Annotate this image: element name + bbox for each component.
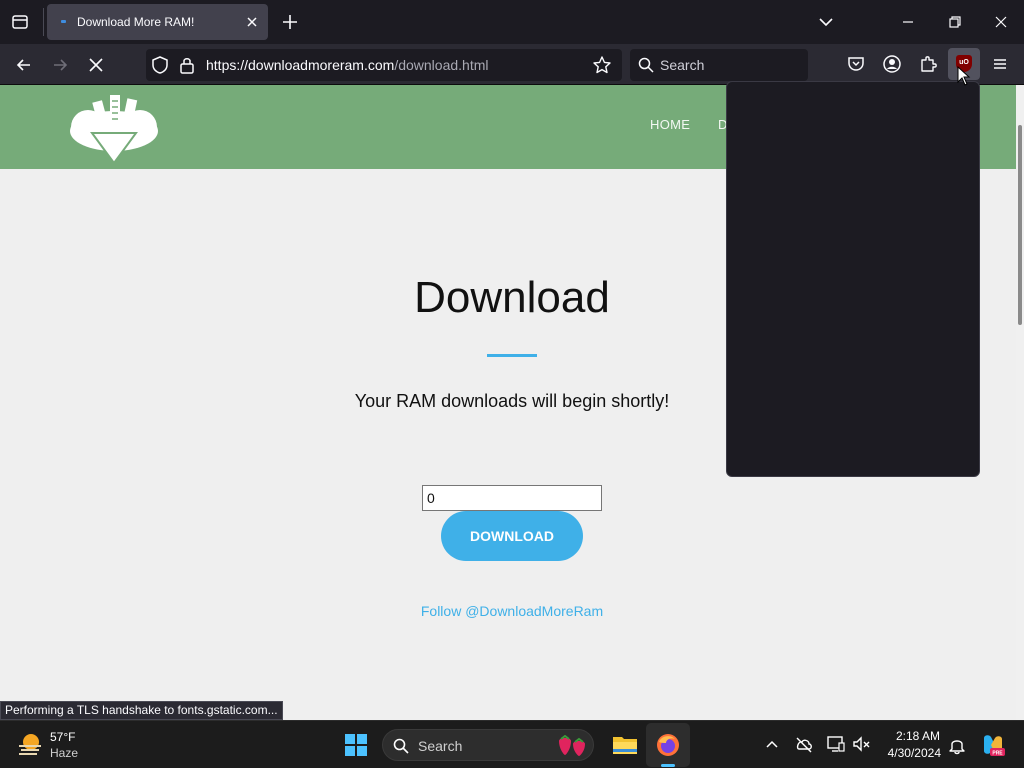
heading-underline [487,354,537,357]
close-window-icon[interactable] [991,12,1011,32]
weather-condition[interactable]: Haze [50,746,78,760]
search-bar[interactable]: Search [630,49,808,81]
page-scrollbar[interactable] [1016,85,1024,720]
clock-date[interactable]: 4/30/2024 [880,746,941,760]
tab-title: Download More RAM! [77,15,195,29]
bookmark-star-icon[interactable] [592,55,612,75]
search-icon [638,57,654,73]
navigation-toolbar: https://downloadmoreram.com/download.htm… [0,44,1024,85]
strawberry-icon [555,735,589,757]
scrollbar-thumb[interactable] [1018,125,1022,325]
close-tab-icon[interactable] [244,14,260,30]
notification-bell-icon[interactable] [947,735,967,755]
minimize-icon[interactable] [898,12,918,32]
show-hidden-icons-chevron-icon[interactable] [764,736,780,752]
forward-icon[interactable] [50,55,70,75]
stop-loading-icon[interactable] [86,55,106,75]
onedrive-offline-icon[interactable] [794,734,814,754]
tab-download-more-ram[interactable]: Download More RAM! [47,4,268,40]
file-explorer-icon[interactable] [612,733,638,757]
firefox-icon [656,733,680,757]
chevron-down-icon[interactable] [816,12,836,32]
status-panel: Performing a TLS handshake to fonts.gsta… [0,701,283,720]
nav-home-link[interactable]: HOME [650,117,690,132]
url-path: /download.html [394,57,489,73]
tab-strip: Download More RAM! [0,0,1024,44]
back-icon[interactable] [14,55,34,75]
list-all-tabs-icon[interactable] [10,12,30,32]
mouse-cursor-icon [957,66,971,86]
tracking-protection-shield-icon[interactable] [150,55,170,75]
url-host: https://downloadmoreram.com [206,57,395,73]
clock-time[interactable]: 2:18 AM [880,729,940,743]
windows-taskbar: 57°F Haze Search 2:18 AM 4/30/2024 PRE [0,720,1024,768]
active-app-indicator [661,764,675,767]
ram-amount-input[interactable] [422,485,602,511]
weather-temperature[interactable]: 57°F [50,730,75,744]
url-text[interactable]: https://downloadmoreram.com/download.htm… [206,57,488,73]
tab-loading-icon [61,20,66,23]
lock-icon[interactable] [178,55,196,75]
firefox-taskbar-button[interactable] [646,723,690,767]
speaker-muted-icon[interactable] [852,734,872,754]
menu-hamburger-icon[interactable] [990,54,1010,74]
site-logo[interactable] [68,89,160,167]
display-icon[interactable] [826,734,846,754]
svg-text:PRE: PRE [992,751,1003,757]
account-icon[interactable] [882,54,902,74]
new-tab-icon[interactable] [280,12,300,32]
pocket-icon[interactable] [846,54,866,74]
download-button[interactable]: DOWNLOAD [441,511,583,561]
extension-popup-panel[interactable] [726,81,980,477]
tab-divider [43,8,44,36]
taskbar-search-box[interactable]: Search [382,729,594,761]
taskbar-search-placeholder: Search [418,738,463,754]
copilot-icon[interactable]: PRE [980,732,1006,758]
restore-icon[interactable] [945,12,965,32]
taskbar-search-icon [393,738,409,754]
follow-twitter-link[interactable]: Follow @DownloadMoreRam [0,603,1016,619]
address-bar[interactable]: https://downloadmoreram.com/download.htm… [146,49,622,81]
search-placeholder: Search [660,57,705,73]
weather-haze-icon[interactable] [16,730,44,758]
extensions-puzzle-icon[interactable] [918,54,938,74]
windows-start-icon[interactable] [344,733,368,757]
